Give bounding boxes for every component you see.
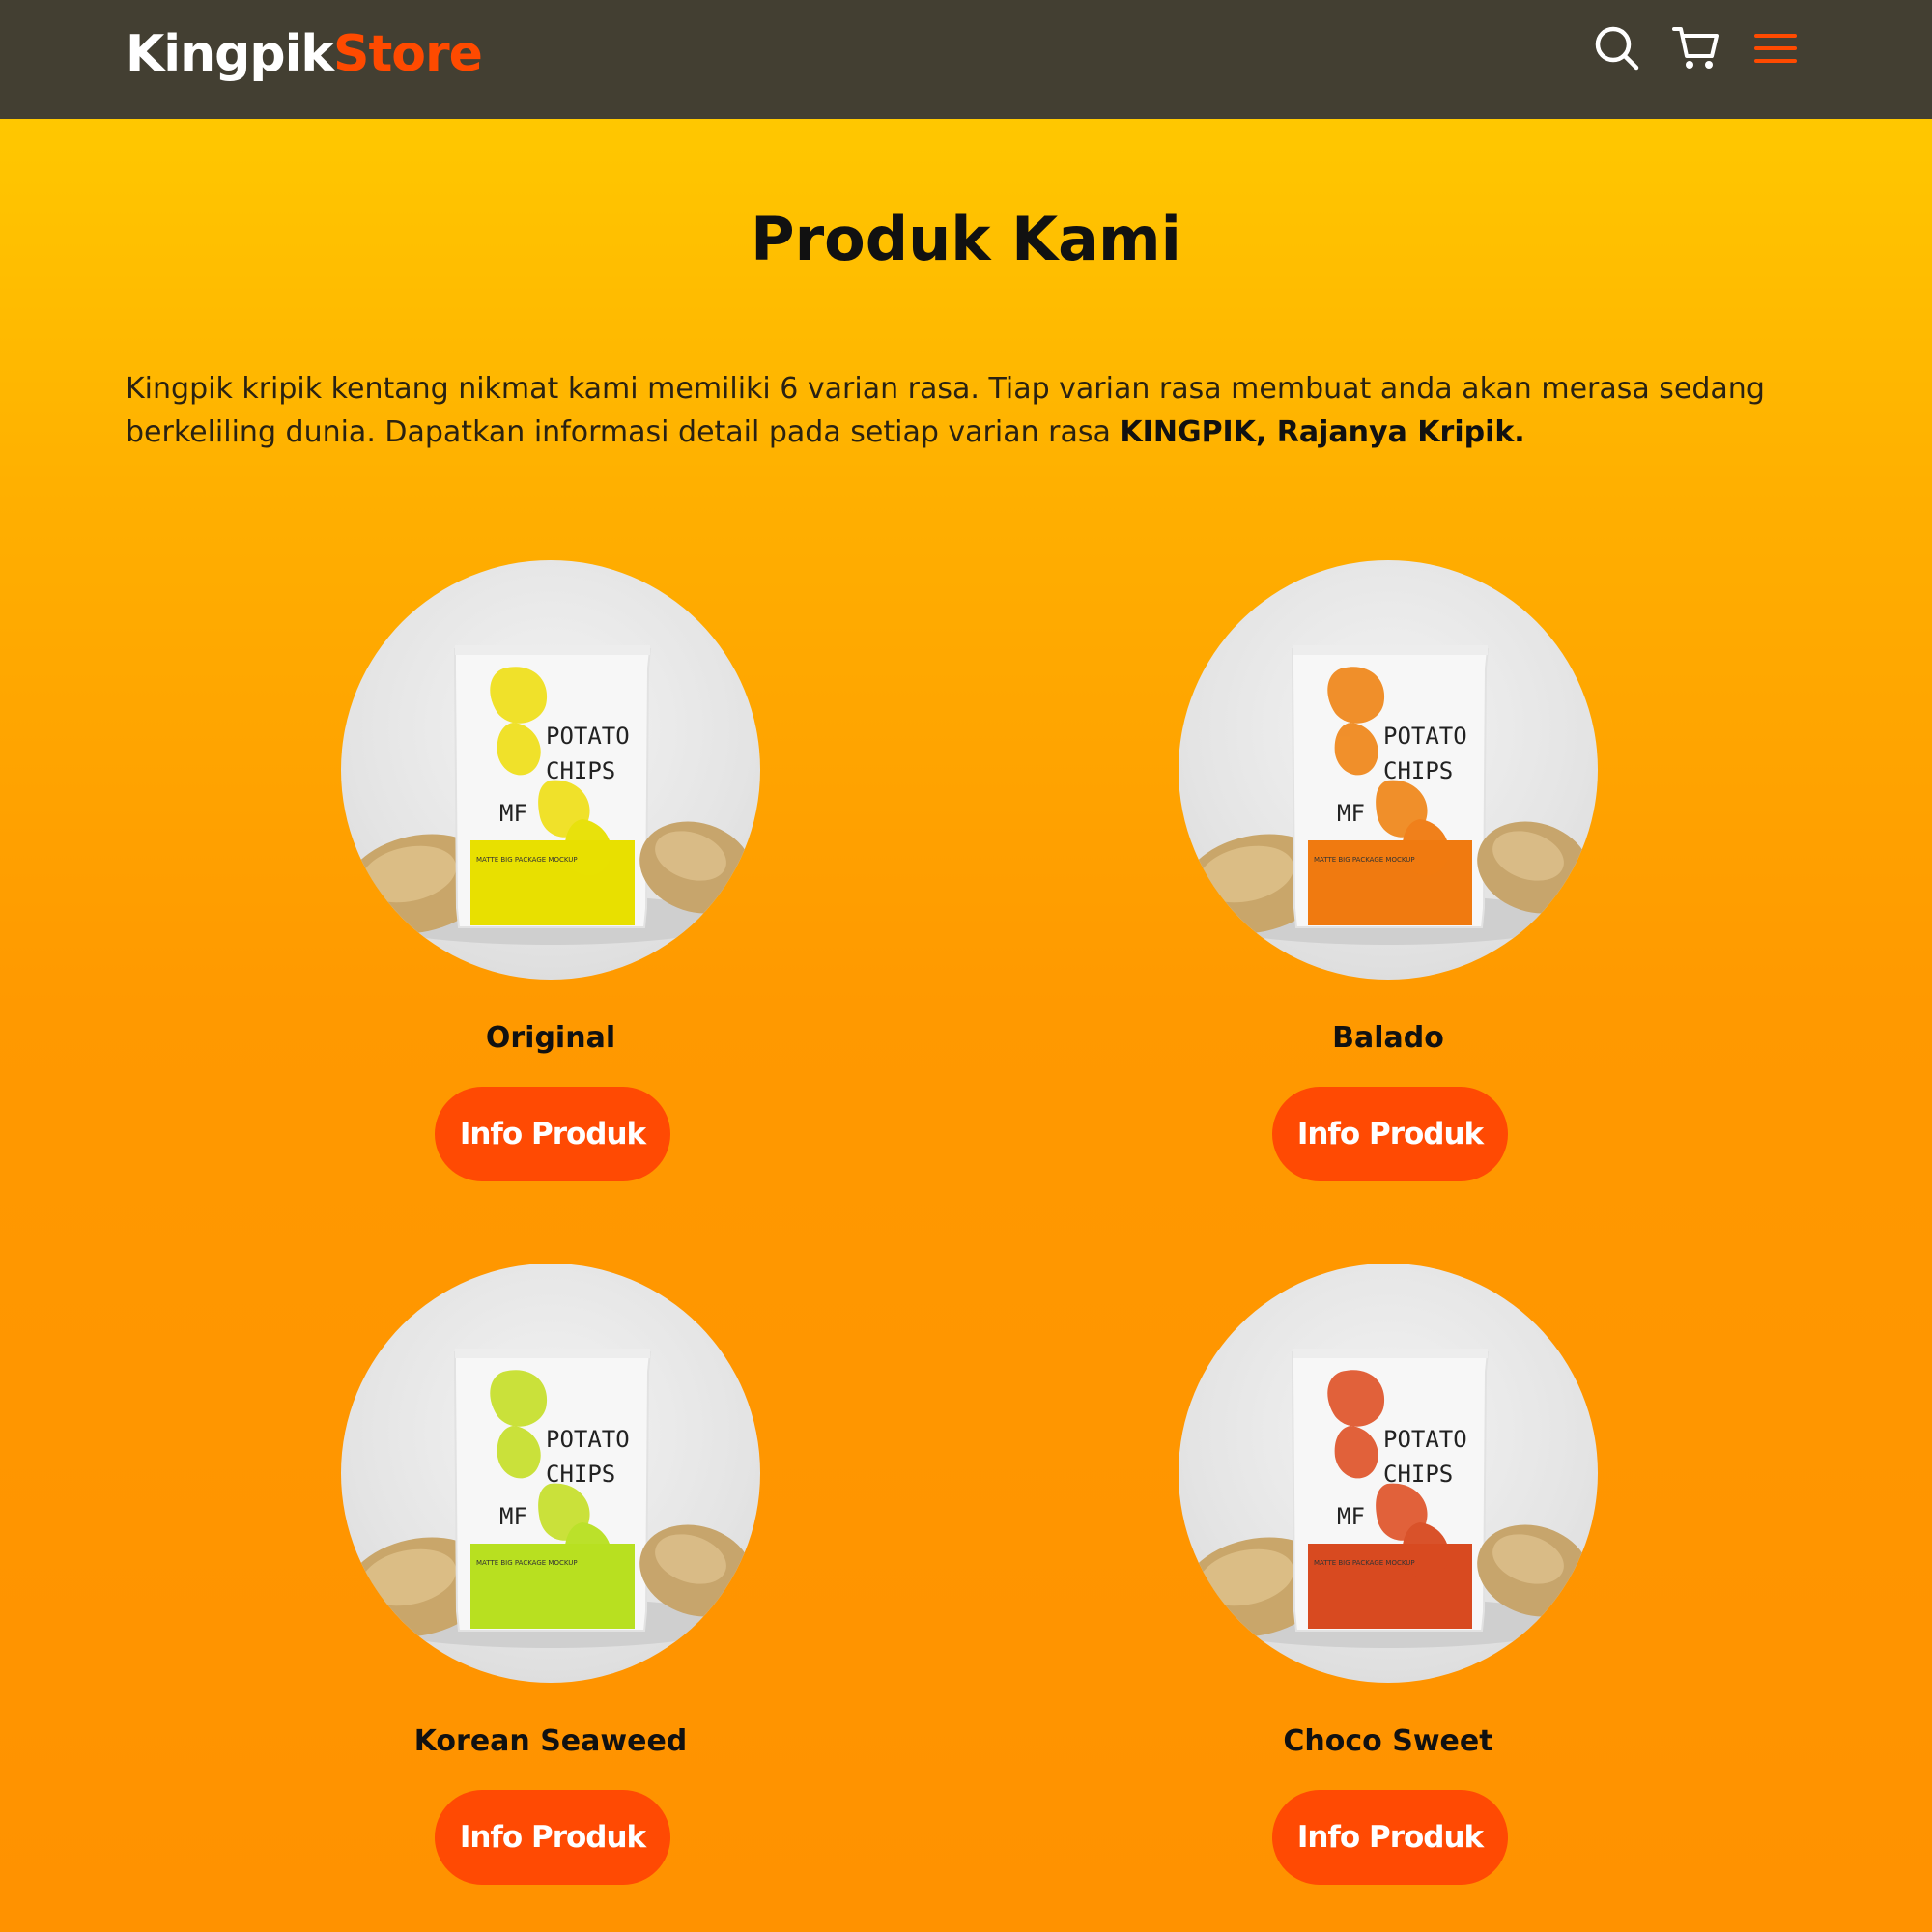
package-title-line1: POTATO — [1383, 723, 1467, 750]
package-band-caption: MATTE BIG PACKAGE MOCKUP — [476, 856, 578, 864]
chips-package-illustration: POTATO CHIPS MF MATTE BIG PACKAGE MOCKUP — [343, 645, 753, 945]
intro-tagline: KINGPIK, Rajanya Kripik. — [1120, 415, 1525, 449]
package-band-caption: MATTE BIG PACKAGE MOCKUP — [1314, 1559, 1415, 1567]
package-title-line2: CHIPS — [546, 1461, 615, 1488]
product-card: POTATO CHIPS MF MATTE BIG PACKAGE MOCKUP Ba… — [1118, 560, 1659, 1217]
product-image[interactable]: POTATO CHIPS MF MATTE BIG PACKAGE MOCKUP — [341, 1264, 760, 1683]
info-produk-button[interactable]: Info Produk — [435, 1087, 670, 1181]
brand-logo[interactable]: KingpikStore — [126, 23, 483, 85]
package-brand-mark: MF — [499, 800, 527, 827]
package-title-line2: CHIPS — [1383, 1461, 1453, 1488]
product-name: Korean Seaweed — [413, 1724, 688, 1758]
menu-button[interactable] — [1747, 19, 1804, 77]
package-band-caption: MATTE BIG PACKAGE MOCKUP — [476, 1559, 578, 1567]
search-button[interactable] — [1588, 19, 1646, 77]
product-image[interactable]: POTATO CHIPS MF MATTE BIG PACKAGE MOCKUP — [341, 560, 760, 980]
chips-bag: POTATO CHIPS MF MATTE BIG PACKAGE MOCKUP — [1292, 645, 1490, 928]
product-image[interactable]: POTATO CHIPS MF MATTE BIG PACKAGE MOCKUP — [1179, 1264, 1598, 1683]
package-title-line2: CHIPS — [546, 757, 615, 784]
product-image[interactable]: POTATO CHIPS MF MATTE BIG PACKAGE MOCKUP — [1179, 560, 1598, 980]
menu-icon — [1754, 34, 1797, 63]
product-card: POTATO CHIPS MF MATTE BIG PACKAGE MOCKUP Ch… — [1118, 1264, 1659, 1920]
intro-paragraph: Kingpik kripik kentang nikmat kami memil… — [126, 367, 1806, 454]
product-card: POTATO CHIPS MF MATTE BIG PACKAGE MOCKUP Ko… — [280, 1264, 821, 1920]
package-title-line1: POTATO — [1383, 1426, 1467, 1453]
chips-bag: POTATO CHIPS MF MATTE BIG PACKAGE MOCKUP — [454, 645, 652, 928]
package-brand-mark: MF — [499, 1503, 527, 1530]
cart-button[interactable] — [1667, 19, 1725, 77]
page-title: Produk Kami — [751, 204, 1181, 274]
product-card: POTATO CHIPS MF MATTE BIG PACKAGE MOCKUP Or… — [280, 560, 821, 1217]
package-title-line2: CHIPS — [1383, 757, 1453, 784]
search-icon — [1595, 26, 1639, 71]
package-band-caption: MATTE BIG PACKAGE MOCKUP — [1314, 856, 1415, 864]
chips-package-illustration: POTATO CHIPS MF MATTE BIG PACKAGE MOCKUP — [1180, 645, 1591, 945]
chips-package-illustration: POTATO CHIPS MF MATTE BIG PACKAGE MOCKUP — [1180, 1349, 1591, 1648]
package-brand-mark: MF — [1337, 1503, 1365, 1530]
product-name: Choco Sweet — [1283, 1724, 1493, 1758]
info-produk-button[interactable]: Info Produk — [435, 1790, 670, 1885]
chips-bag: POTATO CHIPS MF MATTE BIG PACKAGE MOCKUP — [1292, 1349, 1490, 1632]
info-produk-button[interactable]: Info Produk — [1272, 1790, 1508, 1885]
chips-bag: POTATO CHIPS MF MATTE BIG PACKAGE MOCKUP — [454, 1349, 652, 1632]
logo-text-store: Store — [333, 25, 483, 83]
info-produk-button[interactable]: Info Produk — [1272, 1087, 1508, 1181]
product-name: Original — [485, 1021, 616, 1055]
cart-icon — [1672, 27, 1719, 69]
navbar: KingpikStore — [0, 0, 1932, 119]
logo-text-kingpik: Kingpik — [126, 25, 334, 83]
chips-package-illustration: POTATO CHIPS MF MATTE BIG PACKAGE MOCKUP — [343, 1349, 753, 1648]
package-title-line1: POTATO — [546, 1426, 630, 1453]
package-title-line1: POTATO — [546, 723, 630, 750]
product-name: Balado — [1332, 1021, 1444, 1055]
package-brand-mark: MF — [1337, 800, 1365, 827]
